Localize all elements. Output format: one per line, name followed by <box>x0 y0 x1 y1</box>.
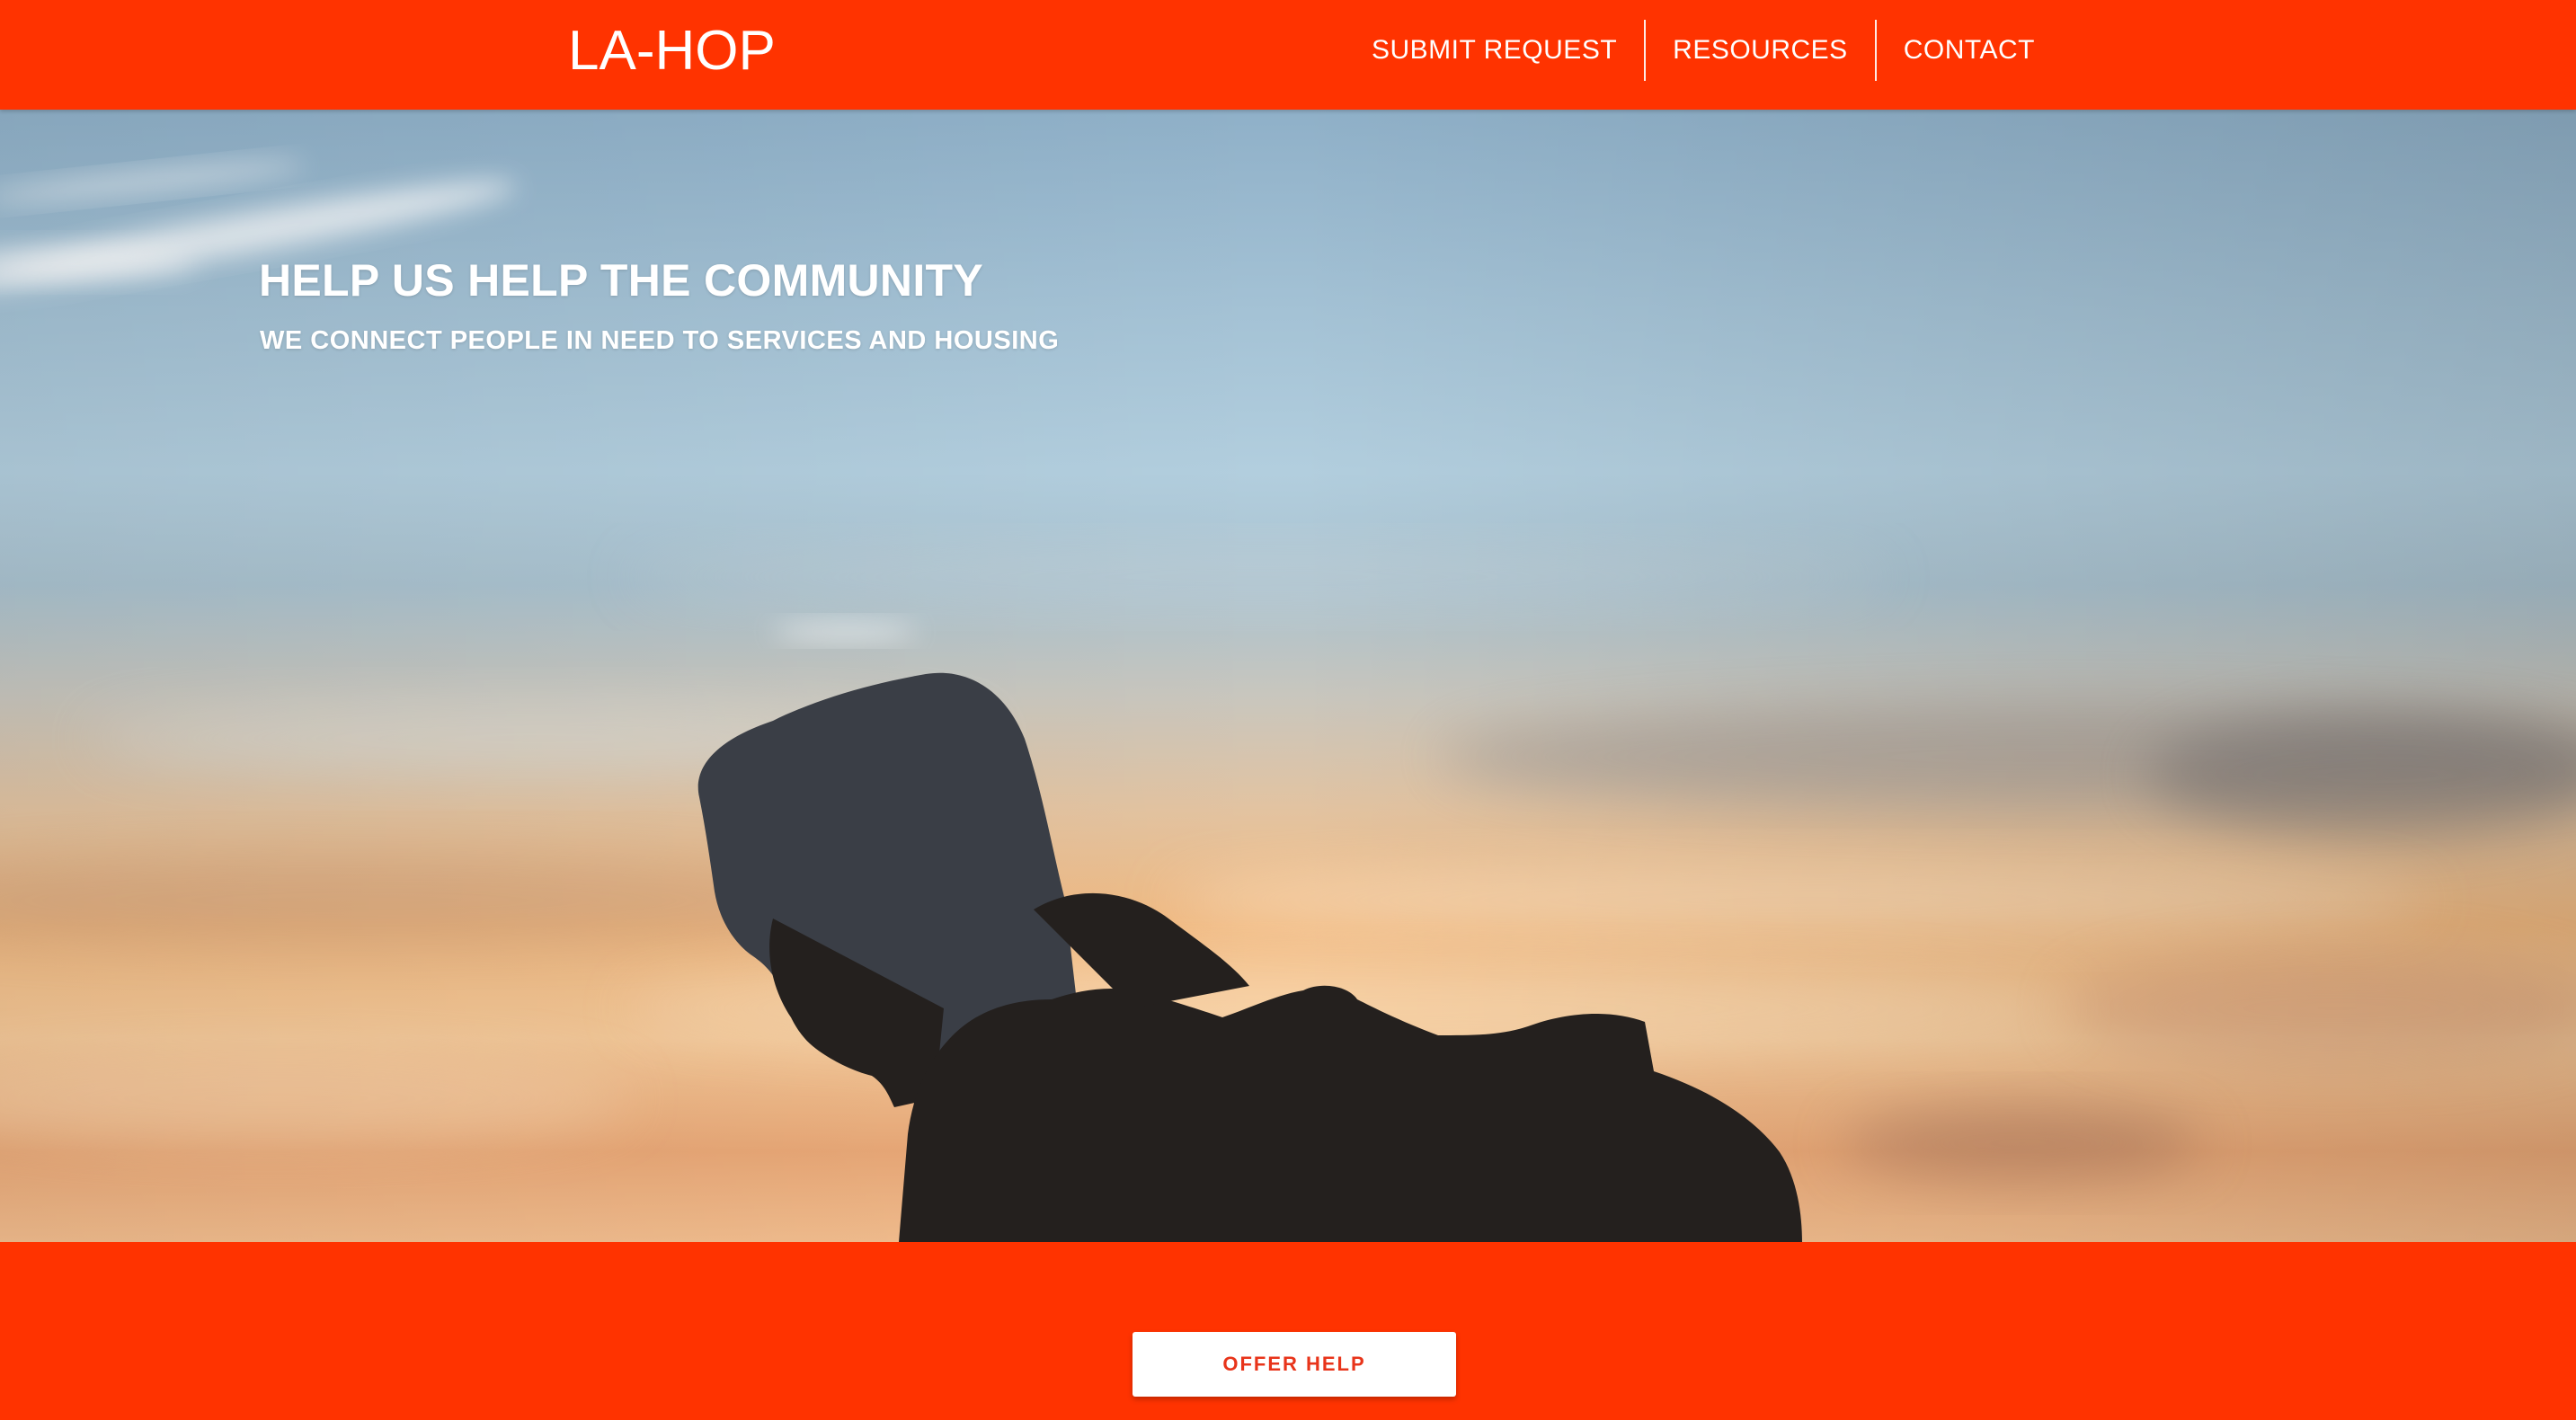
hero-title: HELP US HELP THE COMMUNITY <box>259 255 984 306</box>
nav-submit-request[interactable]: SUBMIT REQUEST <box>1357 20 1644 81</box>
hero-section: HELP US HELP THE COMMUNITY WE CONNECT PE… <box>0 110 2576 1242</box>
cta-section: OFFER HELP <box>0 1242 2576 1420</box>
offer-help-button[interactable]: OFFER HELP <box>1133 1332 1456 1397</box>
site-logo[interactable]: LA-HOP <box>568 20 776 83</box>
nav-resources[interactable]: RESOURCES <box>1646 20 1875 81</box>
main-nav: SUBMIT REQUEST RESOURCES CONTACT <box>1357 20 2062 81</box>
nav-contact[interactable]: CONTACT <box>1877 20 2062 81</box>
site-header: LA-HOP SUBMIT REQUEST RESOURCES CONTACT <box>0 0 2576 110</box>
hero-subtitle: WE CONNECT PEOPLE IN NEED TO SERVICES AN… <box>260 326 1060 355</box>
